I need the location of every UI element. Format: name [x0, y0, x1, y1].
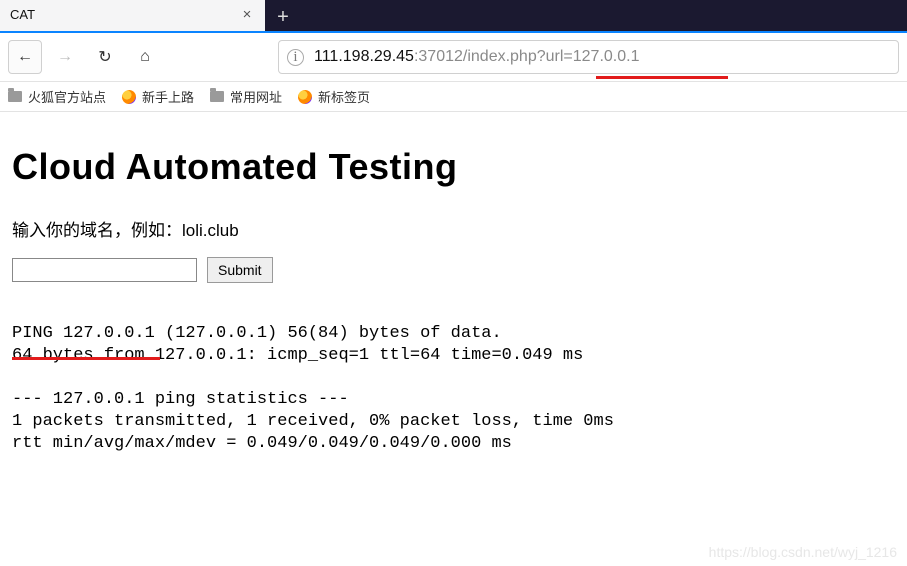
- annotation-ping-underline: [12, 357, 160, 360]
- domain-prompt: 输入你的域名，例如：loli.club: [12, 216, 895, 241]
- url-bar[interactable]: i 111.198.29.45:37012/index.php?url=127.…: [278, 40, 899, 74]
- bookmark-label: 新标签页: [318, 87, 370, 106]
- page-heading: Cloud Automated Testing: [12, 146, 895, 188]
- bookmark-firefox-official[interactable]: 火狐官方站点: [8, 87, 106, 106]
- bookmark-getting-started[interactable]: 新手上路: [122, 87, 194, 106]
- ping-output: PING 127.0.0.1 (127.0.0.1) 56(84) bytes …: [12, 323, 895, 455]
- bookmark-common-sites[interactable]: 常用网址: [210, 87, 282, 106]
- arrow-right-icon: →: [57, 48, 73, 66]
- reload-icon: ↻: [98, 47, 111, 67]
- url-rest: :37012/index.php?url=127.0.0.1: [414, 48, 640, 66]
- annotation-url-underline: [596, 76, 728, 79]
- submit-button[interactable]: Submit: [207, 257, 273, 283]
- firefox-icon: [122, 90, 136, 104]
- domain-form: Submit: [12, 257, 895, 283]
- firefox-icon: [298, 90, 312, 104]
- back-button[interactable]: ←: [8, 40, 42, 74]
- folder-icon: [210, 91, 224, 102]
- tab-active[interactable]: CAT ×: [0, 0, 265, 31]
- bookmark-new-tab[interactable]: 新标签页: [298, 87, 370, 106]
- tab-title: CAT: [10, 7, 239, 22]
- folder-icon: [8, 91, 22, 102]
- reload-button[interactable]: ↻: [88, 40, 122, 74]
- nav-toolbar: ← → ↻ ⌂ i 111.198.29.45:37012/index.php?…: [0, 33, 907, 82]
- domain-input[interactable]: [12, 258, 197, 282]
- tab-strip: CAT × +: [0, 0, 907, 33]
- watermark: https://blog.csdn.net/wyj_1216: [709, 544, 897, 560]
- bookmark-label: 常用网址: [230, 87, 282, 106]
- info-icon[interactable]: i: [287, 49, 304, 66]
- bookmark-label: 火狐官方站点: [28, 87, 106, 106]
- arrow-left-icon: ←: [17, 48, 33, 66]
- page-content: Cloud Automated Testing 输入你的域名，例如：loli.c…: [0, 112, 907, 455]
- forward-button[interactable]: →: [48, 40, 82, 74]
- bookmark-label: 新手上路: [142, 87, 194, 106]
- close-icon[interactable]: ×: [239, 6, 255, 23]
- home-button[interactable]: ⌂: [128, 40, 162, 74]
- url-host: 111.198.29.45: [314, 48, 414, 66]
- home-icon: ⌂: [140, 48, 150, 66]
- bookmarks-bar: 火狐官方站点 新手上路 常用网址 新标签页: [0, 82, 907, 112]
- new-tab-button[interactable]: +: [269, 3, 297, 31]
